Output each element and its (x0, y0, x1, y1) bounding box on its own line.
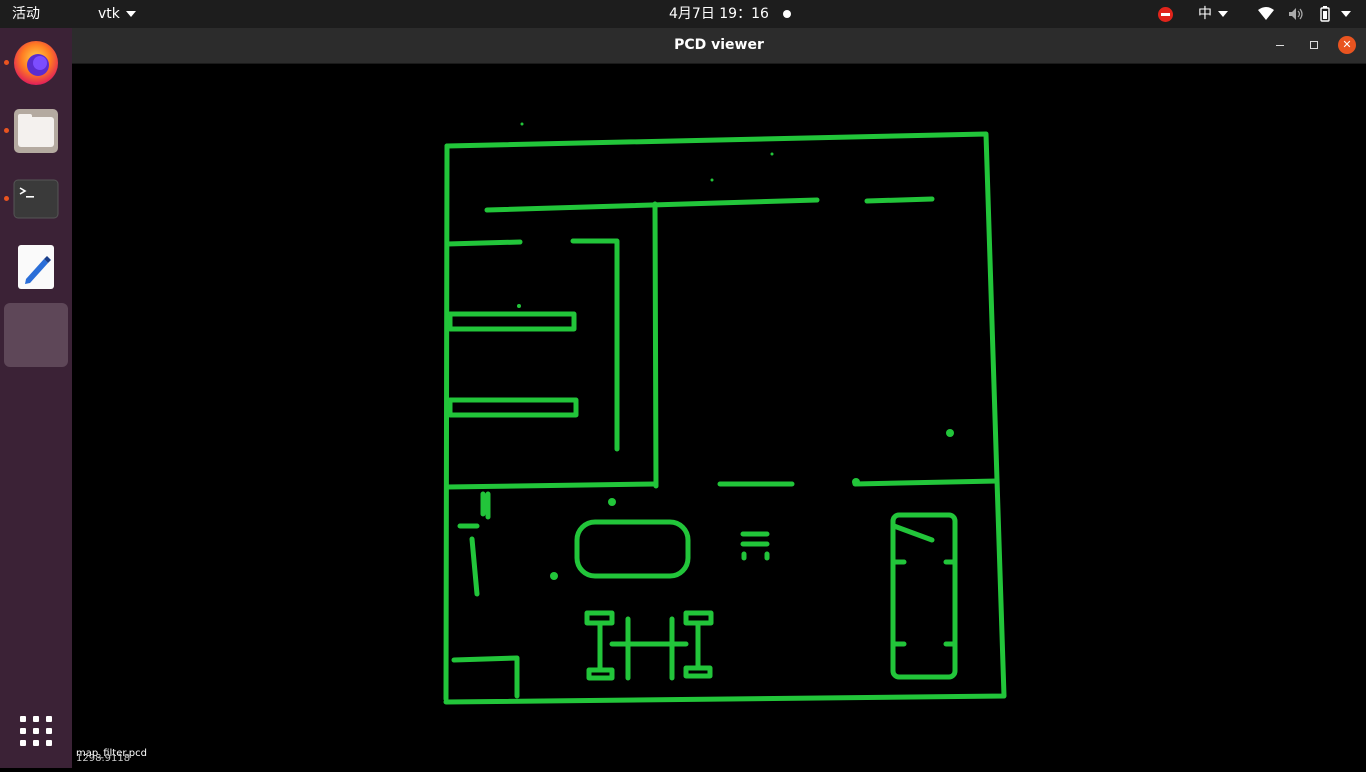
status-overlay: map_filter.pcd 1298.9118 (76, 749, 147, 764)
wall-segment-top-right (864, 196, 935, 204)
dock (0, 28, 72, 768)
object-small-fixture (740, 531, 770, 561)
volume-icon (1289, 8, 1304, 20)
map-walls (443, 131, 1007, 705)
grid-icon (20, 716, 52, 746)
pcd-viewer-window: PCD viewer ✕ map_filter.pcd 1298.9118 (72, 28, 1366, 768)
clock-label: 4月7日 19：16 (669, 6, 769, 22)
wall-segment-right (852, 478, 1000, 487)
title-bar[interactable]: PCD viewer ✕ (72, 28, 1366, 64)
shelf-upper (447, 311, 577, 332)
map-points (517, 122, 954, 580)
point-cluster (608, 498, 616, 506)
shelf-lower (447, 397, 579, 418)
point-cluster (852, 478, 860, 486)
show-applications-button[interactable] (4, 701, 68, 765)
clock[interactable]: 4月7日 19：16 (669, 0, 791, 28)
input-method-menu[interactable]: 中 (1198, 0, 1228, 28)
system-menu[interactable] (1258, 0, 1352, 28)
window-title: PCD viewer (674, 37, 764, 53)
wall-room-bottom (444, 481, 658, 490)
wall-center-vertical (652, 201, 659, 489)
object-cart-wheel-tr (683, 610, 714, 626)
close-icon: ✕ (1342, 38, 1352, 51)
wall-room-top-left (444, 239, 523, 247)
point-cluster (946, 429, 954, 437)
point-cloud-viewport[interactable]: map_filter.pcd 1298.9118 (72, 64, 1366, 768)
input-method-label: 中 (1198, 6, 1212, 22)
top-bar: 活动 vtk 4月7日 19：16 中 (0, 0, 1366, 28)
folder-icon (14, 109, 58, 153)
wall-corridor-top (484, 197, 820, 213)
restore-icon (1310, 41, 1318, 49)
wifi-icon (1258, 7, 1274, 20)
terminal-launcher[interactable] (4, 167, 68, 231)
point-noise (770, 152, 774, 156)
firefox-icon (14, 41, 58, 85)
outer-wall-left (443, 143, 450, 702)
point-cloud-map[interactable] (72, 64, 1366, 768)
activities-button[interactable]: 活动 (12, 0, 40, 28)
object-cart-wheel-tl (584, 610, 615, 626)
files-launcher[interactable] (4, 99, 68, 163)
do-not-disturb-icon[interactable] (1158, 0, 1173, 28)
maximize-button[interactable] (1305, 36, 1323, 54)
chevron-down-icon (125, 11, 136, 17)
point-noise (520, 122, 524, 126)
terminal-icon (13, 179, 59, 219)
text-editor-icon (18, 245, 54, 289)
pcd-viewer-launcher[interactable] (4, 303, 68, 367)
outer-wall-top-right (444, 131, 1000, 483)
chevron-down-icon (1341, 11, 1352, 17)
wall-room-top-right (570, 238, 620, 452)
app-menu-label: vtk (98, 6, 120, 22)
battery-icon (1320, 6, 1330, 22)
point-noise (517, 304, 521, 308)
text-editor-launcher[interactable] (4, 235, 68, 299)
notification-dot-icon (782, 10, 791, 18)
close-button[interactable]: ✕ (1338, 36, 1356, 54)
point-noise (710, 178, 714, 182)
point-cluster (550, 572, 558, 580)
object-bottom-left-corner (451, 655, 520, 699)
firefox-launcher[interactable] (4, 30, 68, 94)
object-vehicle-details (891, 523, 958, 647)
object-cart-wheel-bl (586, 667, 615, 681)
app-menu[interactable]: vtk (98, 0, 136, 28)
object-cart-frame (597, 616, 701, 681)
object-table (574, 519, 691, 579)
object-post (480, 491, 491, 520)
minimize-button[interactable] (1271, 36, 1289, 54)
object-left-stack (457, 523, 480, 597)
chevron-down-icon (1218, 11, 1228, 17)
minimize-icon (1276, 44, 1284, 46)
